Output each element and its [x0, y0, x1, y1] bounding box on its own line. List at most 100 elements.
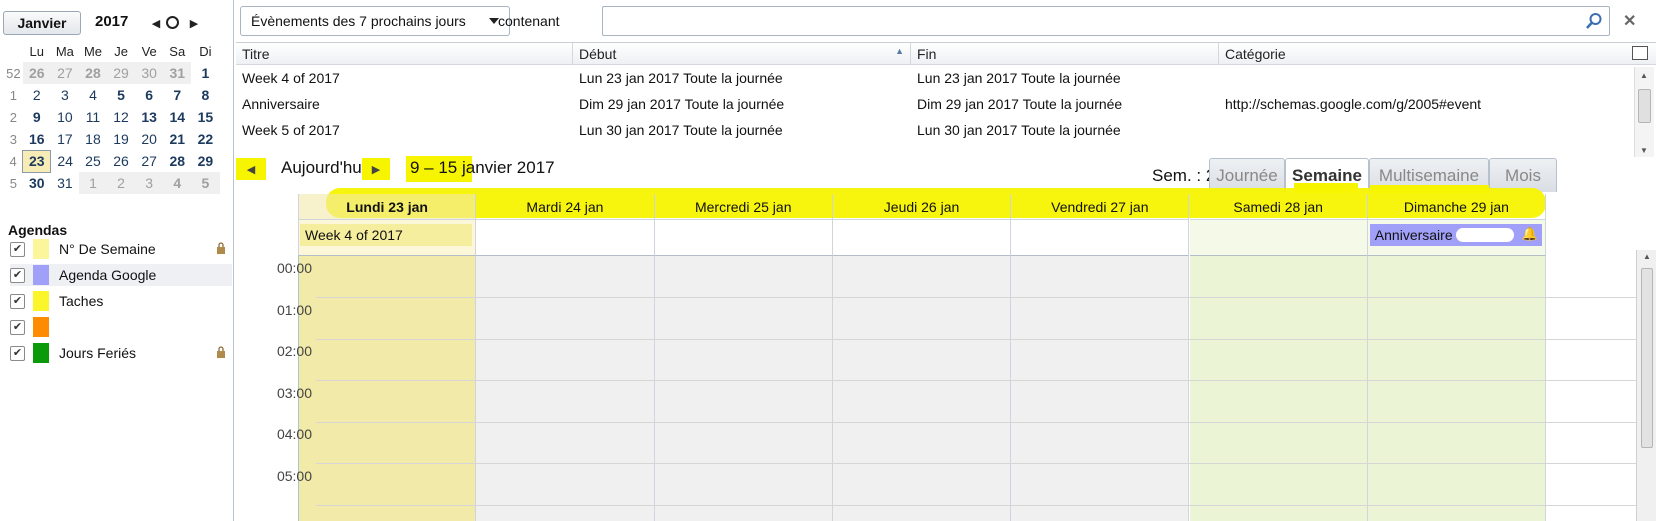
day-cell[interactable]: 5	[107, 84, 135, 106]
day-cell[interactable]: 7	[163, 84, 191, 106]
day-cell[interactable]: 3	[135, 172, 164, 194]
day-cell[interactable]: 18	[79, 128, 107, 150]
checkbox[interactable]: ✔	[10, 319, 25, 335]
table-row[interactable]: Anniversaire Dim 29 jan 2017 Toute la jou…	[236, 91, 1616, 117]
allday-cell[interactable]	[654, 220, 833, 256]
scroll-up-icon[interactable]: ▲	[1640, 71, 1648, 80]
column-picker-icon[interactable]	[1632, 46, 1648, 60]
agenda-item[interactable]: ✔ Taches	[10, 290, 232, 312]
checkbox[interactable]: ✔	[10, 241, 25, 257]
next-period-icon[interactable]: ▶	[362, 158, 390, 180]
day-header[interactable]: Lundi 23 jan	[298, 194, 477, 220]
day-cell[interactable]: 19	[107, 128, 135, 150]
day-cell[interactable]: 25	[79, 150, 107, 172]
tab-month[interactable]: Mois	[1489, 158, 1557, 192]
day-column[interactable]	[1011, 256, 1190, 521]
allday-cell[interactable]	[476, 220, 655, 256]
today-circle-icon[interactable]	[166, 16, 179, 29]
day-cell[interactable]: 15	[191, 106, 219, 128]
tab-week[interactable]: Semaine	[1285, 158, 1369, 193]
scroll-thumb[interactable]	[1638, 89, 1651, 123]
day-cell[interactable]: 17	[51, 128, 79, 150]
day-cell[interactable]: 13	[135, 106, 163, 128]
day-cell[interactable]: 2	[107, 172, 136, 194]
column-header-category[interactable]: Catégorie	[1219, 43, 1656, 65]
checkbox[interactable]: ✔	[10, 267, 25, 283]
day-cell[interactable]: 10	[51, 106, 79, 128]
allday-cell[interactable]	[1011, 220, 1190, 256]
day-cell[interactable]: 27	[50, 62, 79, 84]
tab-day[interactable]: Journée	[1209, 158, 1285, 192]
week-scrollbar[interactable]: ▲	[1636, 250, 1656, 521]
agenda-item[interactable]: ✔ N° De Semaine	[10, 238, 232, 260]
allday-event[interactable]: Week 4 of 2017	[300, 224, 473, 246]
table-row[interactable]: Week 5 of 2017 Lun 30 jan 2017 Toute la j…	[236, 117, 1616, 143]
event-filter-select[interactable]: Évènements des 7 prochains jours	[240, 6, 510, 36]
search-icon[interactable]	[1585, 12, 1603, 30]
day-cell[interactable]: 31	[51, 172, 79, 194]
day-cell[interactable]: 3	[51, 84, 79, 106]
table-row[interactable]: Week 4 of 2017 Lun 23 jan 2017 Toute la j…	[236, 65, 1616, 91]
events-scrollbar[interactable]: ▲ ▼	[1634, 67, 1654, 157]
agenda-item[interactable]: ✔ Jours Feriés	[10, 342, 232, 364]
month-button[interactable]: Janvier	[3, 11, 81, 35]
today-button[interactable]: Aujourd'hui	[281, 158, 366, 178]
day-header[interactable]: Jeudi 26 jan	[832, 194, 1012, 220]
day-cell[interactable]: 30	[135, 62, 164, 84]
day-cell[interactable]: 16	[23, 128, 51, 150]
scroll-down-icon[interactable]: ▼	[1640, 146, 1648, 155]
day-cell[interactable]: 9	[23, 106, 51, 128]
day-header[interactable]: Vendredi 27 jan	[1011, 194, 1190, 220]
day-column[interactable]	[1189, 256, 1368, 521]
day-cell[interactable]: 30	[23, 172, 51, 194]
previous-period-icon[interactable]: ◀	[236, 158, 266, 180]
year-label[interactable]: 2017	[95, 13, 128, 30]
day-header[interactable]: Samedi 28 jan	[1189, 194, 1368, 220]
tab-multiweek[interactable]: Multisemaine	[1369, 158, 1490, 193]
day-cell[interactable]: 27	[135, 150, 163, 172]
day-cell[interactable]: 28	[78, 62, 108, 84]
day-cell[interactable]: 2	[23, 84, 51, 106]
agenda-item[interactable]: ✔ Agenda Google	[10, 264, 232, 286]
day-header[interactable]: Mardi 24 jan	[476, 194, 655, 220]
day-cell[interactable]: 11	[79, 106, 107, 128]
day-header[interactable]: Dimanche 29 jan	[1367, 194, 1547, 220]
clear-search-icon[interactable]: ✕	[1623, 11, 1636, 31]
day-cell[interactable]: 31	[163, 62, 192, 84]
day-cell[interactable]: 26	[107, 150, 135, 172]
day-column[interactable]	[1367, 256, 1547, 521]
allday-event[interactable]: Anniversaire 🔔	[1369, 224, 1543, 246]
day-cell[interactable]: 28	[163, 150, 191, 172]
scroll-thumb[interactable]	[1641, 268, 1653, 448]
checkbox[interactable]: ✔	[10, 293, 25, 309]
day-column[interactable]	[654, 256, 833, 521]
day-cell[interactable]: 5	[191, 172, 220, 194]
day-column[interactable]	[476, 256, 655, 521]
day-cell[interactable]: 24	[51, 150, 79, 172]
agenda-item[interactable]: ✔	[10, 316, 232, 338]
next-month-icon[interactable]: ▶	[186, 15, 202, 31]
search-input[interactable]	[602, 6, 1610, 36]
day-cell[interactable]: 1	[191, 62, 219, 84]
checkbox[interactable]: ✔	[10, 345, 25, 361]
prev-month-icon[interactable]: ◀	[148, 15, 164, 31]
day-header[interactable]: Mercredi 25 jan	[654, 194, 833, 220]
day-cell[interactable]: 21	[163, 128, 191, 150]
scroll-up-icon[interactable]: ▲	[1643, 252, 1651, 261]
day-cell[interactable]: 29	[191, 150, 219, 172]
day-cell[interactable]: 6	[135, 84, 163, 106]
column-header-title[interactable]: Titre	[236, 43, 573, 65]
column-header-start[interactable]: Début ▲	[573, 43, 911, 65]
day-cell[interactable]: 1	[78, 172, 108, 194]
day-cell[interactable]: 26	[22, 62, 51, 84]
day-cell[interactable]: 8	[191, 84, 219, 106]
allday-cell[interactable]	[1189, 220, 1368, 256]
allday-cell[interactable]	[832, 220, 1012, 256]
day-column[interactable]	[298, 256, 477, 521]
day-cell[interactable]: 4	[163, 172, 192, 194]
day-cell[interactable]: 4	[79, 84, 107, 106]
day-cell[interactable]: 23	[22, 149, 52, 173]
day-column[interactable]	[832, 256, 1012, 521]
day-cell[interactable]: 22	[191, 128, 219, 150]
day-cell[interactable]: 14	[163, 106, 191, 128]
